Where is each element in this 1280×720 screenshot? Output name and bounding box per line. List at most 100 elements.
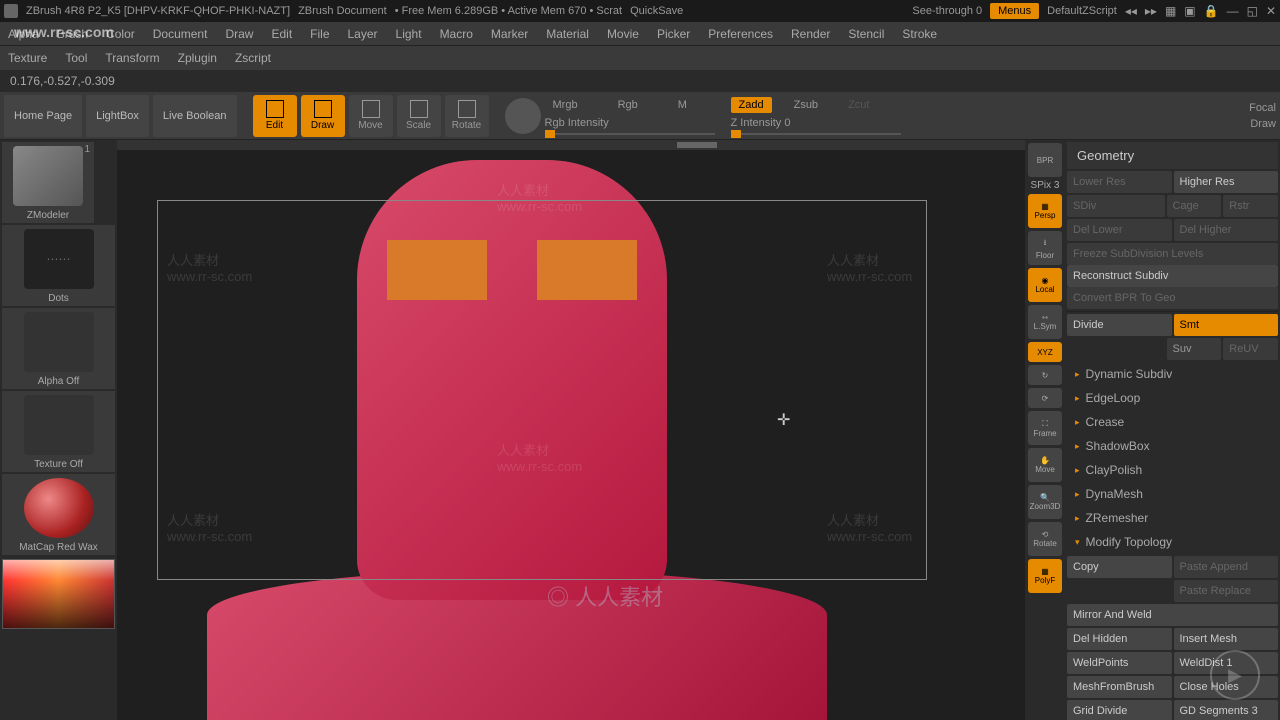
zremesher-section[interactable]: ZRemesher — [1067, 506, 1278, 530]
menu-layer[interactable]: Layer — [348, 27, 378, 41]
rgb-intensity-slider[interactable] — [545, 133, 715, 135]
suv-button[interactable]: Suv — [1167, 338, 1222, 360]
local-button[interactable]: ◉Local — [1028, 268, 1062, 302]
rotate-view-button[interactable]: ⟲Rotate — [1028, 522, 1062, 556]
mrgb-button[interactable]: Mrgb — [545, 97, 586, 113]
z-intensity-label[interactable]: Z Intensity 0 — [731, 117, 901, 129]
edit-mode-button[interactable]: Edit — [253, 95, 297, 137]
divide-button[interactable]: Divide — [1067, 314, 1172, 336]
home-button[interactable]: Home Page — [4, 95, 82, 137]
modify-topology-section[interactable]: Modify Topology — [1067, 530, 1278, 554]
menu-tool[interactable]: Tool — [65, 51, 87, 65]
paste-append-button[interactable]: Paste Append — [1174, 556, 1279, 578]
gd-segments-slider[interactable]: GD Segments 3 — [1174, 700, 1279, 720]
focal-label[interactable]: Focal — [1249, 102, 1276, 114]
rotate-mode-button[interactable]: Rotate — [445, 95, 489, 137]
menu-document[interactable]: Document — [153, 27, 208, 41]
grid-divide-button[interactable]: Grid Divide — [1067, 700, 1172, 720]
viewport[interactable]: ✛ 人人素材www.rr-sc.com 人人素材www.rr-sc.com 人人… — [117, 140, 1025, 720]
menu-stroke[interactable]: Stroke — [902, 27, 937, 41]
shadowbox-section[interactable]: ShadowBox — [1067, 434, 1278, 458]
lightbox-button[interactable]: LightBox — [86, 95, 149, 137]
menu-preferences[interactable]: Preferences — [708, 27, 773, 41]
menu-macro[interactable]: Macro — [440, 27, 473, 41]
stroke-swatch[interactable]: ⋯⋯ Dots — [2, 225, 115, 306]
zsub-button[interactable]: Zsub — [786, 97, 826, 113]
frame-button[interactable]: ⛶Frame — [1028, 411, 1062, 445]
menu-texture[interactable]: Texture — [8, 51, 47, 65]
reconstruct-subdiv-button[interactable]: Reconstruct Subdiv — [1067, 265, 1278, 287]
cage-button[interactable]: Cage — [1167, 195, 1222, 217]
menu-stencil[interactable]: Stencil — [848, 27, 884, 41]
default-zscript[interactable]: DefaultZScript — [1047, 5, 1117, 17]
copy-button[interactable]: Copy — [1067, 556, 1172, 578]
spix-label[interactable]: SPix 3 — [1031, 180, 1060, 191]
insert-mesh-button[interactable]: Insert Mesh — [1174, 628, 1279, 650]
close-icon[interactable]: ✕ — [1266, 4, 1276, 18]
layout-icon[interactable]: ▦ — [1165, 4, 1176, 18]
bpr-button[interactable]: BPR — [1028, 143, 1062, 177]
z-intensity-slider[interactable] — [731, 133, 901, 135]
draw-mode-button[interactable]: Draw — [301, 95, 345, 137]
paste-replace-button[interactable]: Paste Replace — [1174, 580, 1279, 602]
menu-marker[interactable]: Marker — [491, 27, 528, 41]
menu-transform[interactable]: Transform — [105, 51, 159, 65]
zcut-button[interactable]: Zcut — [840, 97, 877, 113]
texture-swatch[interactable]: Texture Off — [2, 391, 115, 472]
del-hidden-button[interactable]: Del Hidden — [1067, 628, 1172, 650]
freeze-subdiv-button[interactable]: Freeze SubDivision Levels — [1067, 243, 1278, 265]
alpha-swatch[interactable]: Alpha Off — [2, 308, 115, 389]
menu-light[interactable]: Light — [396, 27, 422, 41]
rotate-axis-icon[interactable]: ↻ — [1028, 365, 1062, 385]
menus-button[interactable]: Menus — [990, 3, 1039, 19]
lower-res-button[interactable]: Lower Res — [1067, 171, 1172, 193]
menu-movie[interactable]: Movie — [607, 27, 639, 41]
rstr-button[interactable]: Rstr — [1223, 195, 1278, 217]
zoom3d-button[interactable]: 🔍Zoom3D — [1028, 485, 1062, 519]
floor-button[interactable]: ⭳Floor — [1028, 231, 1062, 265]
m-button[interactable]: M — [670, 97, 695, 113]
menu-zplugin[interactable]: Zplugin — [178, 51, 217, 65]
nav-next-icon[interactable]: ▸▸ — [1145, 4, 1157, 18]
del-higher-button[interactable]: Del Higher — [1174, 219, 1279, 241]
nav-prev-icon[interactable]: ◂◂ — [1125, 4, 1137, 18]
weldpoints-button[interactable]: WeldPoints — [1067, 652, 1172, 674]
quicksave-button[interactable]: QuickSave — [630, 5, 683, 17]
geometry-header[interactable]: Geometry — [1067, 142, 1278, 169]
play-overlay-icon[interactable]: ▶ — [1210, 650, 1260, 700]
dynamesh-section[interactable]: DynaMesh — [1067, 482, 1278, 506]
crease-section[interactable]: Crease — [1067, 410, 1278, 434]
material-swatch[interactable]: MatCap Red Wax — [2, 474, 115, 555]
menu-picker[interactable]: Picker — [657, 27, 690, 41]
draw-label[interactable]: Draw — [1250, 118, 1276, 130]
minimize-icon[interactable]: — — [1227, 4, 1239, 18]
menu-render[interactable]: Render — [791, 27, 830, 41]
brush-swatch[interactable]: 1 ZModeler — [2, 142, 94, 223]
persp-button[interactable]: ▦Persp — [1028, 194, 1062, 228]
move-mode-button[interactable]: Move — [349, 95, 393, 137]
zadd-button[interactable]: Zadd — [731, 97, 772, 113]
xyz-button[interactable]: XYZ — [1028, 342, 1062, 362]
dock-icon[interactable]: ▣ — [1184, 4, 1195, 18]
color-picker[interactable] — [2, 559, 115, 629]
menu-material[interactable]: Material — [546, 27, 589, 41]
menu-file[interactable]: File — [310, 27, 329, 41]
refresh-icon[interactable]: ⟳ — [1028, 388, 1062, 408]
polyf-button[interactable]: ▦PolyF — [1028, 559, 1062, 593]
reuv-button[interactable]: ReUV — [1223, 338, 1278, 360]
gyro-icon[interactable] — [505, 98, 541, 134]
seethrough-slider[interactable]: See-through 0 — [912, 5, 982, 17]
lsym-button[interactable]: ⇿L.Sym — [1028, 305, 1062, 339]
maximize-icon[interactable]: ◱ — [1247, 4, 1258, 18]
canvas-scrollbar[interactable] — [117, 140, 1025, 150]
mirror-weld-button[interactable]: Mirror And Weld — [1067, 604, 1278, 626]
edgeloop-section[interactable]: EdgeLoop — [1067, 386, 1278, 410]
mesh-from-brush-button[interactable]: MeshFromBrush — [1067, 676, 1172, 698]
sdiv-slider[interactable]: SDiv — [1067, 195, 1165, 217]
claypolish-section[interactable]: ClayPolish — [1067, 458, 1278, 482]
menu-draw[interactable]: Draw — [225, 27, 253, 41]
menu-zscript[interactable]: Zscript — [235, 51, 271, 65]
dynamic-subdiv-section[interactable]: Dynamic Subdiv — [1067, 362, 1278, 386]
smt-button[interactable]: Smt — [1174, 314, 1279, 336]
higher-res-button[interactable]: Higher Res — [1174, 171, 1279, 193]
